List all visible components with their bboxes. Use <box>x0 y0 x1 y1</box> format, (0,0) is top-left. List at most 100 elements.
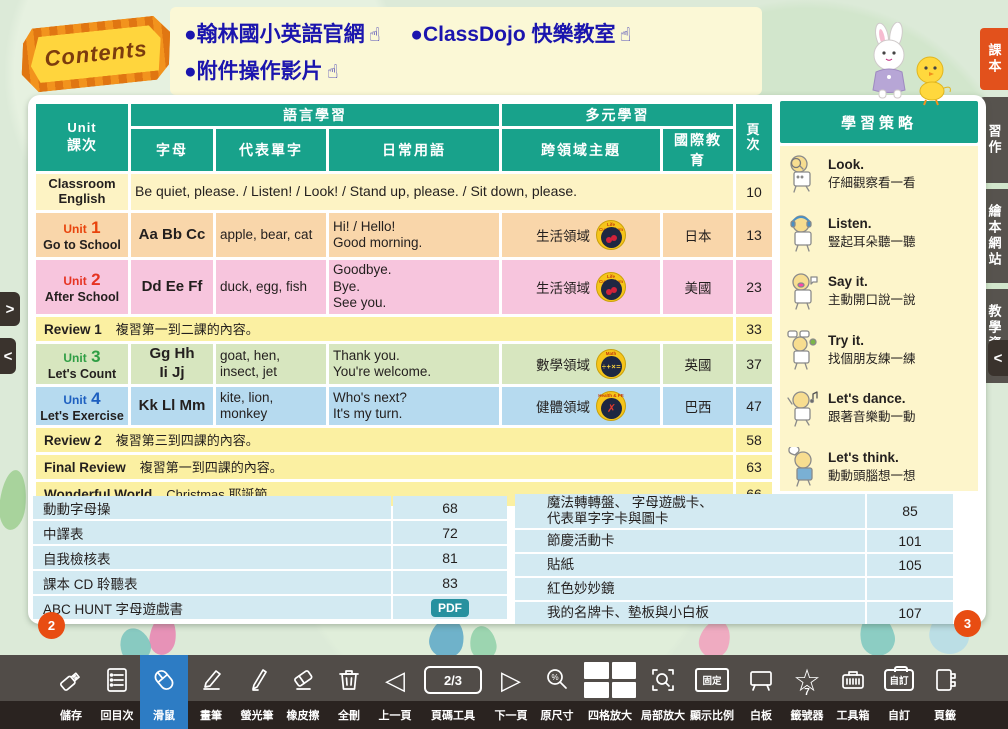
toolbar-button-region-zoom[interactable]: 局部放大 <box>640 655 686 729</box>
book-page-number-left: 2 <box>38 612 65 639</box>
chevron-left-icon: < <box>4 348 13 365</box>
page-number: 83 <box>393 571 507 594</box>
page-number: 10 <box>736 174 772 210</box>
toolbar-button-pen[interactable]: 畫筆 <box>188 655 234 729</box>
appendix-row: ABC HUNT 字母遊戲書PDF <box>33 596 507 619</box>
appendix-row: 我的名牌卡、墊板與小白板107 <box>515 602 953 624</box>
page-number: 68 <box>393 496 507 519</box>
highlighter-icon <box>242 665 272 695</box>
next-page-icon: ▷ <box>501 667 521 693</box>
robot-look-icon <box>786 154 820 194</box>
toolbar-button-highlighter[interactable]: 螢光筆 <box>234 655 280 729</box>
toolbar-button-custom[interactable]: 自訂 自訂 <box>876 655 922 729</box>
prev-page-icon: ◁ <box>385 667 405 693</box>
appendix-row: 中譯表72 <box>33 521 507 544</box>
appendix-row: 自我檢核表81 <box>33 546 507 569</box>
toolbar-button-save[interactable]: 儲存 <box>48 655 94 729</box>
hand-cursor-icon: ☝ <box>327 62 339 83</box>
chevron-left-icon: < <box>994 350 1003 367</box>
bottom-toolbar: 儲存 回目次 滑鼠 畫筆 螢光筆 橡皮擦 全刪 ◁ 上一頁 <box>0 655 1008 729</box>
toolbar-button-page-tool[interactable]: 2/3 頁碼工具 <box>418 655 488 729</box>
appendix-list-right: 魔法轉轉盤、 字母遊戲卡、 代表單字字卡與圖卡85 節慶活動卡101 貼紙105… <box>515 494 953 626</box>
toolbar-button-mouse[interactable]: 滑鼠 <box>140 655 188 729</box>
row-unit1: Unit 1 Go to School Aa Bb Cc apple, bear… <box>36 213 772 257</box>
hand-cursor-icon: ☝ <box>619 25 631 46</box>
appendix-list-left: 動動字母操68 中譯表72 自我檢核表81 課本 CD 聆聽表83 ABC HU… <box>33 496 507 621</box>
col-header-letters: 字母 <box>131 129 213 171</box>
collapse-right-panel-button[interactable]: < <box>988 340 1008 376</box>
toolbar-button-number-picker[interactable]: ☆7 籤號器 <box>784 655 830 729</box>
page-number <box>867 578 953 600</box>
row-classroom-english: Classroom English Be quiet, please. / Li… <box>36 174 772 210</box>
page-number: 33 <box>736 317 772 341</box>
robot-try-icon <box>786 330 820 370</box>
link-hanlin-english-site[interactable]: ●翰林國小英語官網☝ <box>184 23 384 46</box>
strategies-header: 學習策略 <box>780 101 978 143</box>
strategy-lets-dance: Let's dance.跟著音樂動一動 <box>786 388 972 428</box>
toolbar-button-next-page[interactable]: ▷ 下一頁 <box>488 655 534 729</box>
toolbar-button-delete-all[interactable]: 全刪 <box>326 655 372 729</box>
page-back-edge-button[interactable]: < <box>0 338 16 374</box>
appendix-row: 節慶活動卡101 <box>515 530 953 552</box>
toolbox-icon <box>838 665 868 695</box>
chevron-right-icon: > <box>6 301 15 318</box>
contents-banner-label: Contents <box>43 36 148 73</box>
toolbar-button-display-ratio[interactable]: 固定 顯示比例 <box>686 655 738 729</box>
health-pe-badge-icon: Health & PE ✗ <box>596 391 626 421</box>
book-page-number-right: 3 <box>954 610 981 637</box>
page-number: 63 <box>736 455 772 479</box>
appendix-row: 魔法轉轉盤、 字母遊戲卡、 代表單字字卡與圖卡85 <box>515 494 953 528</box>
page-number: 81 <box>393 546 507 569</box>
page-number: 85 <box>867 494 953 528</box>
pen-icon <box>196 665 226 695</box>
toolbar-button-four-pane-zoom[interactable]: 四格放大 <box>580 655 640 729</box>
mouse-icon <box>149 665 179 695</box>
row-unit4: Unit 4 Let's Exercise Kk Ll Mm kite, lio… <box>36 387 772 425</box>
link-classdojo[interactable]: ●ClassDojo 快樂教室☝ <box>410 23 635 46</box>
learning-strategies-panel: 學習策略 Look.仔細觀察看一看 Listen.豎起耳朵聽一聽 Say it.… <box>780 101 978 491</box>
trash-icon <box>334 665 364 695</box>
robot-listen-icon <box>786 213 820 253</box>
row-unit2: Unit 2 After School Dd Ee Ff duck, egg, … <box>36 260 772 314</box>
ebook-viewer: { "banner": { "label": "Contents" }, "ic… <box>0 0 1008 729</box>
page-indicator: 2/3 <box>424 666 482 694</box>
strategy-say-it: Say it.主動開口說一說 <box>786 271 972 311</box>
robot-say-icon <box>786 271 820 311</box>
math-badge-icon: Math ÷+×= <box>596 349 626 379</box>
strategy-try-it: Try it.找個朋友練一練 <box>786 330 972 370</box>
col-header-daily-phrases: 日常用語 <box>329 129 499 171</box>
col-header-words: 代表單字 <box>216 129 326 171</box>
toolbar-button-toolbox[interactable]: 工具箱 <box>830 655 876 729</box>
expand-left-panel-button[interactable]: > <box>0 292 20 326</box>
col-header-unit: Unit 課次 <box>36 104 128 171</box>
svg-text:%: % <box>551 673 558 682</box>
robot-dance-icon <box>786 388 820 428</box>
zoom-percent-icon: % <box>542 665 572 695</box>
row-review2: Review 2複習第三到四課的內容。 58 <box>36 428 772 452</box>
toolbar-button-back-to-contents[interactable]: 回目次 <box>94 655 140 729</box>
row-final-review: Final Review複習第一到四課的內容。 63 <box>36 455 772 479</box>
pdf-badge[interactable]: PDF <box>431 599 469 617</box>
page-number: 47 <box>736 387 772 425</box>
life-curriculum-badge-icon: Life Curriculum <box>596 220 626 250</box>
eraser-icon <box>288 665 318 695</box>
tab-textbook[interactable]: 課本 <box>980 28 1008 90</box>
toolbar-button-whiteboard[interactable]: 白板 <box>738 655 784 729</box>
page-number: 101 <box>867 530 953 552</box>
toolbar-button-original-size[interactable]: % 原尺寸 <box>534 655 580 729</box>
appendix-row: 紅色妙妙鏡 <box>515 578 953 600</box>
page-number: 13 <box>736 213 772 257</box>
page-number: 107 <box>867 602 953 624</box>
four-grid-icon <box>584 662 636 698</box>
toolbar-button-page-tabs[interactable]: 頁籤 <box>922 655 968 729</box>
region-zoom-icon <box>648 665 678 695</box>
robot-think-icon <box>786 447 820 487</box>
col-header-language-learning: 語言學習 <box>131 104 499 126</box>
toolbar-button-eraser[interactable]: 橡皮擦 <box>280 655 326 729</box>
toolbar-button-prev-page[interactable]: ◁ 上一頁 <box>372 655 418 729</box>
row-unit3: Unit 3 Let's Count Gg Hh Ii Jj goat, hen… <box>36 344 772 384</box>
usb-save-icon <box>56 665 86 695</box>
page-number: 105 <box>867 554 953 576</box>
link-attachment-videos[interactable]: ●附件操作影片☝ <box>184 60 342 83</box>
decorative-leaf <box>0 469 29 531</box>
